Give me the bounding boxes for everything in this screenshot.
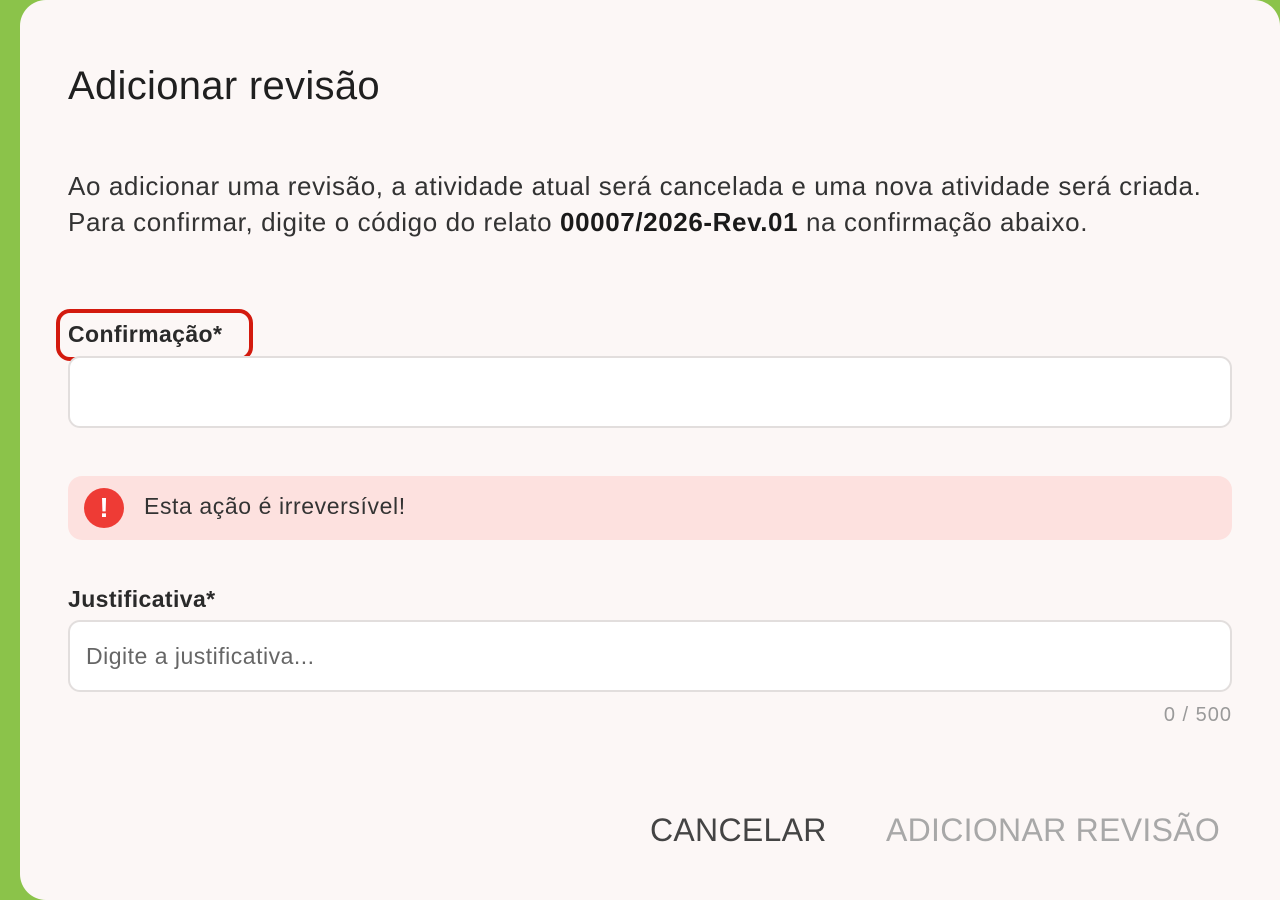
dialog-title: Adicionar revisão — [68, 64, 380, 108]
character-counter: 0 / 500 — [1163, 704, 1232, 726]
irreversible-alert: ! Esta ação é irreversível! — [68, 476, 1232, 540]
justification-input[interactable] — [68, 620, 1232, 692]
cancel-button[interactable]: CANCELAR — [650, 812, 827, 849]
confirmation-input[interactable] — [68, 356, 1232, 428]
confirmation-label: Confirmação* — [68, 321, 223, 347]
report-code: 00007/2026-Rev.01 — [560, 207, 799, 237]
alert-text: Esta ação é irreversível! — [144, 493, 406, 519]
dialog-description: Ao adicionar uma revisão, a atividade at… — [68, 168, 1208, 240]
add-revision-dialog: Adicionar revisão Ao adicionar uma revis… — [20, 0, 1280, 900]
add-revision-button[interactable]: ADICIONAR REVISÃO — [886, 812, 1220, 849]
description-text-after: na confirmação abaixo. — [798, 207, 1089, 237]
justification-label: Justificativa* — [68, 586, 216, 612]
exclamation-icon: ! — [84, 488, 124, 528]
